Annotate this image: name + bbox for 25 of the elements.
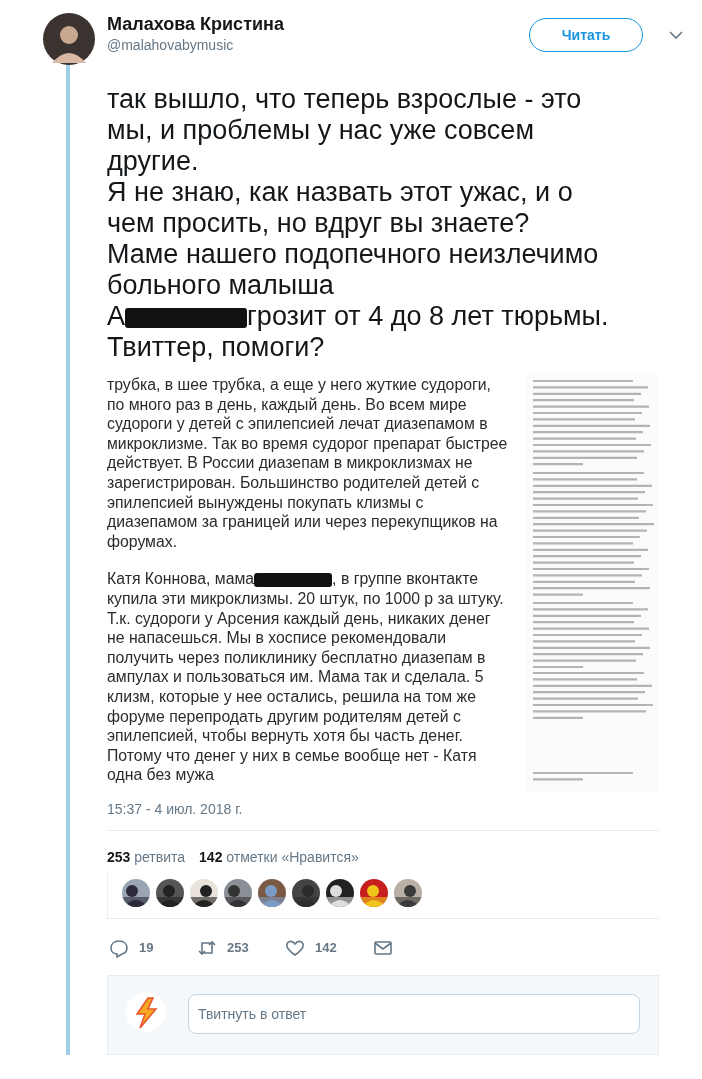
text-line: А: [107, 301, 125, 331]
paragraph: купила эти микроклизмы. 20 штук, по 1000 р за штуку. Т.к. судороги у Арсения каждый день, никаких денег не напасешься. Мы в хосписе рекомендовали получить через поликлинику бесплатно диазепам в ампулах и пользоваться им. Мама так и сделала. 5 клизм, которые у нее остались, решила на том же форуме перепродать другим родителям детей с эпилепсией, чтобы вернуть хотя бы часть денег. Потому что денег у них в семье вообще нет - Катя одна без мужа: [107, 588, 505, 785]
action-count: 142: [315, 939, 337, 958]
envelope-icon[interactable]: [373, 938, 393, 958]
author-name[interactable]: Малахова Кристина: [107, 13, 529, 35]
stat-link[interactable]: 142 отметки «Нравится»: [199, 847, 359, 868]
text-line: грозит от 4 до 8 лет тюрьмы.: [247, 301, 609, 331]
reply-input[interactable]: Твитнуть в ответ: [188, 994, 640, 1034]
heart-icon[interactable]: [285, 938, 305, 958]
paragraph: так вышло, что теперь взрослые - это мы, и проблемы у нас уже совсем другие.: [107, 84, 583, 177]
action-count: 253: [227, 939, 249, 958]
retweet-icon[interactable]: [197, 938, 217, 958]
timestamp[interactable]: 15:37 - 4 июл. 2018 г.: [107, 801, 243, 817]
paragraph: Твиттер, помоги?: [107, 332, 326, 363]
lightning-logo-icon: [126, 992, 166, 1032]
paragraph: Я не знаю, как назвать этот ужас, и о чем просить, но вдруг вы знаете?: [107, 177, 574, 239]
reply-icon[interactable]: [109, 938, 129, 958]
stat-link[interactable]: 253 ретвита: [107, 847, 186, 868]
author-handle[interactable]: @malahovabymusic: [107, 35, 529, 56]
paragraph: трубка, в шее трубка, а еще у него жуткие судороги, по много раз в день, каждый день. Во всем мире судороги у детей с эпилепсией лечат диазепамом в микроклизме. Так во время судорог препарат быстрее действует. В России диазепам в микроклизмах не зарегистрирован. Большинство родителей детей с эпилепсией вынуждены покупать клизмы с диазепамом за границей или через перекупщиков на форумах.: [107, 375, 509, 552]
avatar[interactable]: [43, 13, 95, 65]
text-line: Катя Коннова, мама: [107, 570, 255, 588]
chevron-down-icon[interactable]: [669, 31, 683, 40]
action-count: 19: [139, 939, 154, 958]
text-line: , в группе вконтакте: [332, 570, 478, 588]
